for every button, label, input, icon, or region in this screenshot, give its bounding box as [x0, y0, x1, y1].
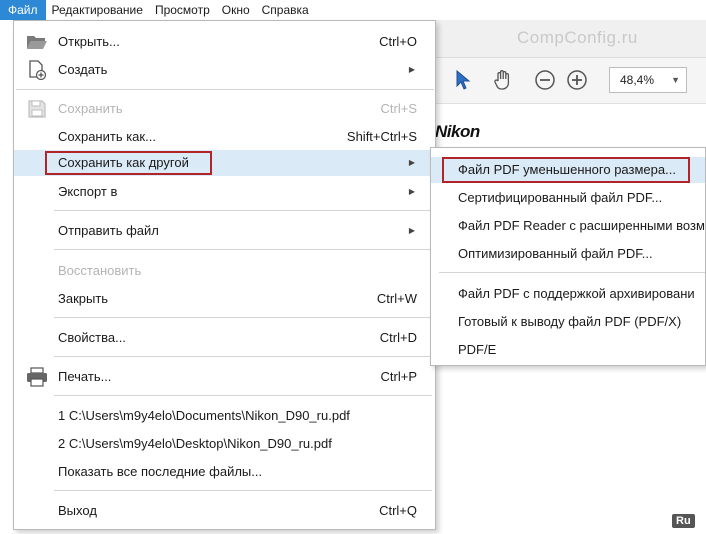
submenu-arrow-icon: ▶: [408, 226, 415, 235]
shortcut: Ctrl+Q: [379, 503, 417, 518]
menu-item-exit[interactable]: Выход Ctrl+Q: [14, 498, 435, 524]
shortcut: Ctrl+O: [379, 34, 417, 49]
menu-separator: [439, 272, 705, 273]
shortcut: Ctrl+S: [380, 101, 417, 116]
submenu-item-reader-extended-pdf[interactable]: Файл PDF Reader с расширенными возм: [431, 213, 705, 239]
menu-edit[interactable]: Редактирование: [46, 0, 149, 20]
menu-window[interactable]: Окно: [216, 0, 256, 20]
printer-icon: [26, 367, 48, 387]
menu-item-label: Сохранить как...: [58, 129, 156, 144]
menu-item-print[interactable]: Печать... Ctrl+P: [14, 364, 435, 390]
menu-item-recent-2[interactable]: 2 C:\Users\m9y4elo\Desktop\Nikon_D90_ru.…: [14, 431, 435, 457]
save-as-other-submenu: Файл PDF уменьшенного размера... Сертифи…: [430, 147, 706, 366]
menu-separator: [54, 356, 432, 357]
tab-bar: CompConfig.ru: [435, 20, 706, 58]
file-menu: Открыть... Ctrl+O Создать ▶ Сохранить Ct…: [13, 20, 436, 530]
menu-item-label: 1 C:\Users\m9y4elo\Documents\Nikon_D90_r…: [58, 408, 350, 423]
menu-item-label: Закрыть: [58, 291, 109, 306]
menu-item-label: Сохранить: [58, 101, 123, 116]
menu-separator: [54, 317, 432, 318]
submenu-item-label: Оптимизированный файл PDF...: [458, 246, 653, 261]
menu-item-save[interactable]: Сохранить Ctrl+S: [14, 96, 435, 122]
menu-separator: [54, 395, 432, 396]
menu-separator: [54, 210, 432, 211]
menu-item-recent-1[interactable]: 1 C:\Users\m9y4elo\Documents\Nikon_D90_r…: [14, 403, 435, 429]
annotation-highlight: [45, 151, 212, 175]
menu-item-label: Свойства...: [58, 330, 126, 345]
submenu-item-label: Файл PDF с поддержкой архивировани: [458, 286, 695, 301]
zoom-out-icon[interactable]: [533, 68, 557, 92]
menu-item-label: Печать...: [58, 369, 112, 384]
menu-item-send-file[interactable]: Отправить файл ▶: [14, 218, 435, 244]
shortcut: Ctrl+D: [379, 330, 417, 345]
select-cursor-icon[interactable]: [451, 68, 475, 92]
toolbar: 48,4% ▼: [435, 58, 706, 104]
menu-view[interactable]: Просмотр: [149, 0, 216, 20]
menu-item-label: Создать: [58, 62, 108, 77]
ru-badge: Ru: [672, 514, 695, 528]
shortcut: Ctrl+W: [376, 291, 417, 306]
menu-item-label: Выход: [58, 503, 97, 518]
chevron-down-icon: ▼: [671, 75, 680, 85]
shortcut: Shift+Ctrl+S: [346, 129, 417, 144]
submenu-item-label: Сертифицированный файл PDF...: [458, 190, 663, 205]
zoom-value: 48,4%: [620, 73, 655, 87]
menu-item-create[interactable]: Создать ▶: [14, 57, 435, 83]
submenu-item-label: Файл PDF Reader с расширенными возм: [458, 218, 705, 233]
submenu-arrow-icon: ▶: [408, 158, 415, 167]
new-document-icon: [26, 60, 48, 81]
menu-item-label: 2 C:\Users\m9y4elo\Desktop\Nikon_D90_ru.…: [58, 436, 332, 451]
annotation-highlight: [442, 157, 690, 183]
menu-item-label: Отправить файл: [58, 223, 159, 238]
submenu-item-pdf-e[interactable]: PDF/E: [431, 337, 705, 363]
document-logo: Nikon: [435, 122, 480, 141]
zoom-select[interactable]: 48,4% ▼: [609, 67, 687, 93]
submenu-item-label: Готовый к выводу файл PDF (PDF/X): [458, 314, 682, 329]
menu-separator: [54, 249, 432, 250]
menu-item-properties[interactable]: Свойства... Ctrl+D: [14, 325, 435, 351]
hand-tool-icon[interactable]: [491, 68, 515, 92]
menu-item-label: Восстановить: [58, 263, 142, 278]
menu-item-restore[interactable]: Восстановить: [14, 258, 435, 284]
menu-item-open[interactable]: Открыть... Ctrl+O: [14, 29, 435, 55]
menu-item-save-as[interactable]: Сохранить как... Shift+Ctrl+S: [14, 124, 435, 150]
menu-item-label: Показать все последние файлы...: [58, 464, 263, 479]
menu-item-show-recent[interactable]: Показать все последние файлы...: [14, 459, 435, 485]
menu-item-label: Открыть...: [58, 34, 120, 49]
submenu-item-certified-pdf[interactable]: Сертифицированный файл PDF...: [431, 185, 705, 211]
menu-item-close[interactable]: Закрыть Ctrl+W: [14, 286, 435, 312]
shortcut: Ctrl+P: [380, 369, 417, 384]
watermark: CompConfig.ru: [517, 28, 638, 47]
menu-separator: [54, 490, 432, 491]
menu-file[interactable]: Файл: [0, 0, 46, 20]
menu-item-export[interactable]: Экспорт в ▶: [14, 179, 435, 205]
menu-separator: [16, 89, 434, 90]
submenu-item-archivable-pdf[interactable]: Файл PDF с поддержкой архивировани: [431, 281, 705, 307]
submenu-item-pdf-x[interactable]: Готовый к выводу файл PDF (PDF/X): [431, 309, 705, 335]
zoom-in-icon[interactable]: [565, 68, 589, 92]
menu-item-label: Экспорт в: [58, 184, 118, 199]
submenu-arrow-icon: ▶: [408, 187, 415, 196]
submenu-item-label: PDF/E: [458, 342, 497, 357]
submenu-arrow-icon: ▶: [408, 65, 415, 74]
folder-open-icon: [26, 32, 48, 52]
save-icon: [26, 99, 48, 119]
submenu-item-optimized-pdf[interactable]: Оптимизированный файл PDF...: [431, 241, 705, 267]
menu-help[interactable]: Справка: [256, 0, 315, 20]
menu-bar: Файл Редактирование Просмотр Окно Справк…: [0, 0, 706, 20]
